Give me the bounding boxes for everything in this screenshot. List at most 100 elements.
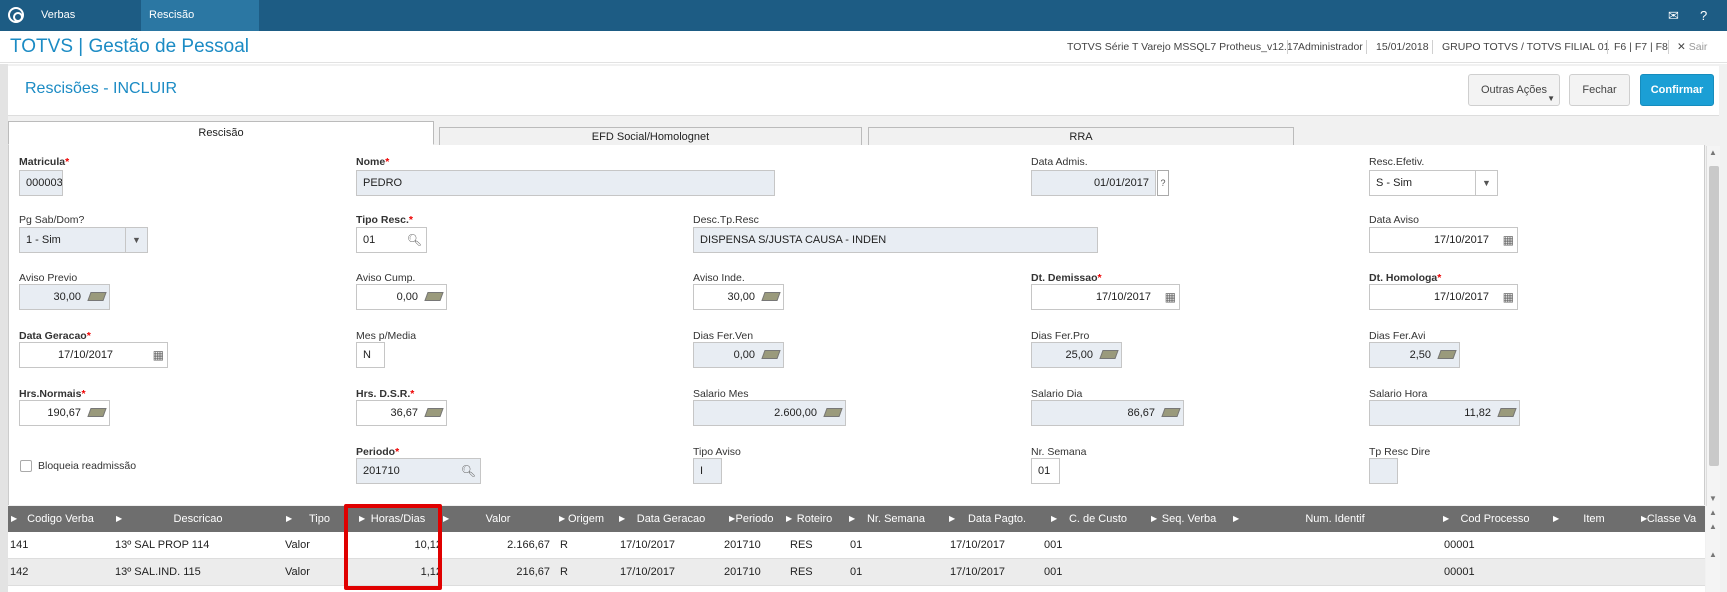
dias-fer-pro-field[interactable]: 25,00	[1031, 342, 1122, 368]
shortcuts-info: F6 | F7 | F8	[1614, 41, 1668, 53]
table-cell: 01	[850, 539, 863, 551]
calendar-icon[interactable]: ▦	[1165, 285, 1176, 309]
scroll-up-icon[interactable]: ▲	[1709, 550, 1717, 559]
data-admis-field[interactable]: 01/01/2017	[1031, 170, 1156, 196]
search-icon[interactable]: 🔍︎	[461, 459, 476, 483]
form-scrollbar[interactable]: ▲ ▼	[1706, 146, 1720, 506]
scroll-up-icon[interactable]: ▲	[1709, 508, 1717, 517]
calculator-icon[interactable]	[424, 401, 444, 425]
tab-verbas[interactable]: Verbas [02.9.0007]×	[33, 0, 141, 52]
table-cell: 00001	[1444, 566, 1475, 578]
column-header[interactable]: Seq. Verba	[1148, 506, 1230, 532]
dias-fer-avi-field[interactable]: 2,50	[1369, 342, 1460, 368]
periodo-field[interactable]: 201710 🔍︎	[356, 458, 481, 484]
column-header[interactable]: Roteiro	[783, 506, 846, 532]
table-cell	[1554, 532, 1634, 559]
bloqueia-readmissao-checkbox[interactable]	[20, 460, 32, 472]
aviso-previo-field[interactable]: 30,00	[19, 284, 110, 310]
field-value: 201710	[363, 465, 400, 477]
dt-homologa-field[interactable]: 17/10/2017 ▦	[1369, 284, 1518, 310]
column-header[interactable]: Cod Processo	[1440, 506, 1550, 532]
salario-dia-field[interactable]: 86,67	[1031, 400, 1184, 426]
column-header[interactable]: Classe Va	[1638, 506, 1705, 532]
hrs-dsr-label: Hrs. D.S.R.*	[356, 388, 415, 400]
tab-rescisao[interactable]: Rescisão [02.9.0007]×	[141, 0, 259, 52]
calculator-icon[interactable]	[1497, 401, 1517, 425]
aviso-cump-field[interactable]: 0,00	[356, 284, 447, 310]
calculator-icon[interactable]	[1437, 343, 1457, 367]
table-cell	[1642, 532, 1702, 559]
data-aviso-label: Data Aviso	[1369, 214, 1420, 226]
column-header[interactable]: Codigo Verba	[8, 506, 113, 532]
scroll-up-icon[interactable]: ▲	[1709, 148, 1717, 157]
data-geracao-field[interactable]: 17/10/2017 ▦	[19, 342, 168, 368]
tipo-resc-field[interactable]: 01 🔍︎	[356, 227, 427, 253]
salario-mes-label: Salario Mes	[693, 388, 749, 400]
calculator-icon[interactable]	[87, 401, 107, 425]
resc-efetiv-label: Resc.Efetiv.	[1369, 156, 1425, 168]
aviso-inde-field[interactable]: 30,00	[693, 284, 784, 310]
nome-field[interactable]: PEDRO	[356, 170, 775, 196]
calendar-icon[interactable]: ▦	[1503, 285, 1514, 309]
salario-dia-label: Salario Dia	[1031, 388, 1083, 400]
close-button[interactable]: Fechar	[1569, 74, 1630, 106]
mes-media-label: Mes p/Media	[356, 330, 417, 342]
salario-hora-field[interactable]: 11,82	[1369, 400, 1520, 426]
tp-resc-dire-field[interactable]	[1369, 458, 1398, 484]
column-header[interactable]: Origem	[556, 506, 616, 532]
hrs-normais-field[interactable]: 190,67	[19, 400, 110, 426]
mes-media-field[interactable]: N	[356, 342, 385, 368]
column-header[interactable]: C. de Custo	[1048, 506, 1148, 532]
scroll-thumb[interactable]	[1709, 166, 1719, 466]
help-icon[interactable]: ?	[1700, 8, 1707, 23]
field-value: 86,67	[1127, 407, 1155, 419]
calculator-icon[interactable]	[761, 343, 781, 367]
hrs-dsr-field[interactable]: 36,67	[356, 400, 447, 426]
calendar-icon[interactable]: ▦	[153, 343, 164, 367]
table-row[interactable]: 141 13º SAL PROP 114 Valor 10,12 2.166,67 R 17…	[8, 532, 1705, 559]
grid-scrollbar[interactable]: ▲ ▲ ▲	[1706, 506, 1720, 592]
calculator-icon[interactable]	[823, 401, 843, 425]
chevron-down-icon[interactable]: ▼	[1475, 171, 1497, 195]
search-icon[interactable]: 🔍︎	[407, 228, 422, 252]
totvs-logo-icon[interactable]	[8, 7, 24, 23]
scroll-down-icon[interactable]: ▼	[1709, 494, 1717, 503]
dias-fer-ven-field[interactable]: 0,00	[693, 342, 784, 368]
column-header[interactable]: Descricao	[113, 506, 283, 532]
nr-semana-field[interactable]: 01	[1031, 458, 1060, 484]
tipo-aviso-field[interactable]: I	[693, 458, 722, 484]
calculator-icon[interactable]	[87, 285, 107, 309]
calculator-icon[interactable]	[1161, 401, 1181, 425]
chevron-down-icon[interactable]: ▼	[125, 228, 147, 252]
column-header[interactable]: Periodo	[726, 506, 783, 532]
calculator-icon[interactable]	[424, 285, 444, 309]
column-header[interactable]: Num. Identif	[1230, 506, 1440, 532]
salario-mes-field[interactable]: 2.600,00	[693, 400, 846, 426]
resc-efetiv-select[interactable]: S - Sim ▼	[1369, 170, 1498, 196]
dt-demissao-field[interactable]: 17/10/2017 ▦	[1031, 284, 1180, 310]
mail-icon[interactable]: ✉	[1668, 8, 1679, 24]
nr-semana-label: Nr. Semana	[1031, 446, 1087, 458]
calculator-icon[interactable]	[761, 285, 781, 309]
column-header[interactable]: Nr. Semana	[846, 506, 946, 532]
scroll-up-icon[interactable]: ▲	[1709, 522, 1717, 531]
help-button[interactable]: ?	[1157, 170, 1169, 196]
data-aviso-field[interactable]: 17/10/2017 ▦	[1369, 227, 1518, 253]
calculator-icon[interactable]	[1099, 343, 1119, 367]
column-header[interactable]: Valor	[440, 506, 556, 532]
calendar-icon[interactable]: ▦	[1503, 228, 1514, 252]
logout-button[interactable]: ✕ Sair	[1677, 41, 1707, 53]
matricula-field[interactable]: 000003	[19, 170, 63, 196]
table-row[interactable]: 142 13º SAL.IND. 115 Valor 1,12 216,67 R 17/10…	[8, 559, 1705, 586]
column-header[interactable]: Item	[1550, 506, 1638, 532]
tab-rescisao-form[interactable]: Rescisão	[8, 121, 434, 145]
confirm-button[interactable]: Confirmar	[1640, 74, 1714, 106]
other-actions-button[interactable]: Outras Ações ▼	[1468, 74, 1560, 106]
column-header[interactable]: Data Geracao	[616, 506, 726, 532]
table-cell: 01	[850, 566, 863, 578]
column-header[interactable]: Data Pagto.	[946, 506, 1048, 532]
logout-label: Sair	[1688, 41, 1708, 53]
desc-tp-resc-field[interactable]: DISPENSA S/JUSTA CAUSA - INDEN	[693, 227, 1098, 253]
nome-label: Nome*	[356, 156, 390, 168]
pg-sab-dom-select[interactable]: 1 - Sim ▼	[19, 227, 148, 253]
